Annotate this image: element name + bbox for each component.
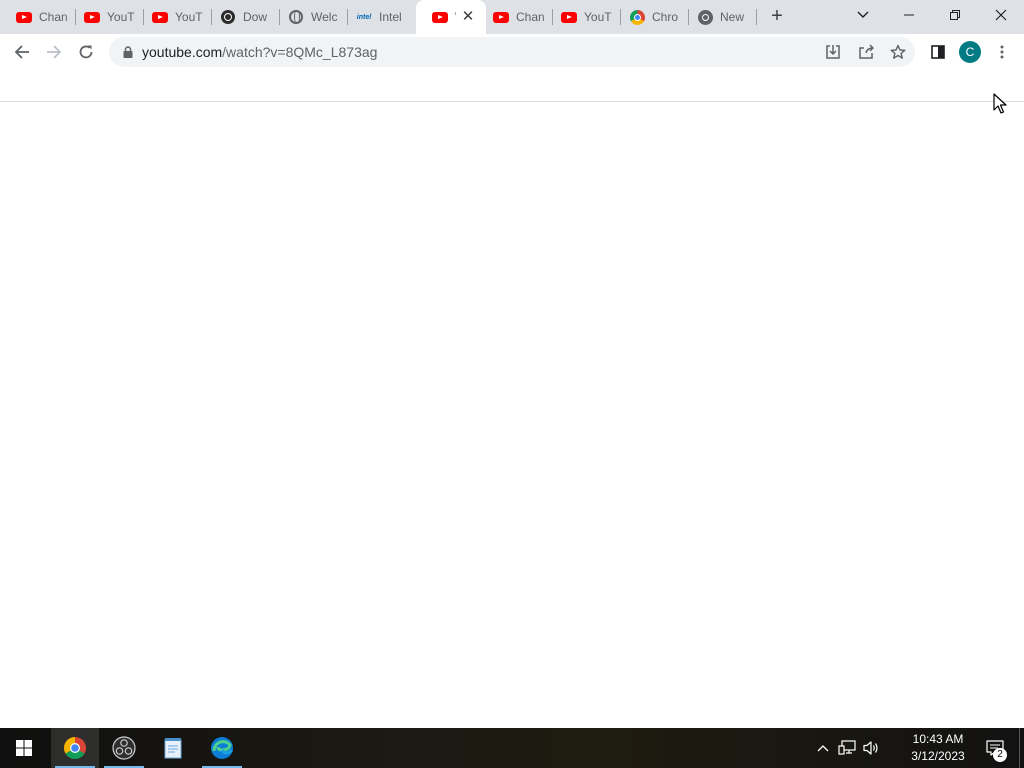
mouse-cursor-icon [993,93,1007,114]
windows-start-icon [16,740,32,756]
clock-time: 10:43 AM [912,732,964,746]
edge-icon [211,737,234,759]
notepad-icon [164,738,182,759]
profile-avatar[interactable]: C [959,41,981,63]
arrow-right-icon [47,45,62,59]
tab[interactable]: YouT [68,0,144,34]
url-path: /watch?v=8QMc_L873ag [222,44,378,60]
url-host: youtube.com [142,44,223,60]
tab-strip: Chan YouT YouT Dow Welc intel Intel W ✕ … [0,0,1024,34]
forward-button[interactable] [39,37,69,67]
start-button[interactable] [0,728,48,768]
new-tab-button[interactable]: + [764,5,790,29]
youtube-icon [561,9,577,25]
reload-button[interactable] [71,37,101,67]
taskbar-obs[interactable] [100,728,148,768]
more-vertical-icon [1000,45,1004,59]
lock-icon[interactable] [121,45,135,59]
close-window-button[interactable] [978,0,1024,30]
youtube-icon [432,9,448,25]
tab-active[interactable]: W ✕ [416,0,486,34]
side-panel-icon [931,45,945,59]
system-clock[interactable]: 10:43 AM 3/12/2023 [902,731,974,765]
intel-icon: intel [356,13,372,21]
address-bar[interactable]: youtube.com/watch?v=8QMc_L873ag [109,37,915,67]
network-button[interactable] [836,728,858,768]
volume-button[interactable] [860,728,882,768]
star-icon [890,44,906,59]
chrome-icon [64,737,86,759]
chrome-gray-icon [697,9,713,25]
bookmark-star-button[interactable] [887,41,909,63]
browser-toolbar: youtube.com/watch?v=8QMc_L873ag C [0,34,1024,70]
share-button[interactable] [855,41,877,63]
url-text[interactable]: youtube.com/watch?v=8QMc_L873ag [142,44,377,60]
clock-date: 3/12/2023 [911,749,965,763]
install-app-button[interactable] [822,41,844,63]
arrow-left-icon [14,45,29,59]
minimize-icon [904,14,914,16]
tab-title: New [720,10,745,24]
youtube-icon [493,9,509,25]
close-tab-icon[interactable]: ✕ [460,9,476,25]
show-hidden-icons-button[interactable] [813,728,833,768]
chrome-icon [629,9,645,25]
tab[interactable]: YouT [136,0,212,34]
obs-icon [220,9,236,25]
tab[interactable]: Chan [477,0,553,34]
restore-button[interactable] [932,0,978,30]
taskbar-notepad[interactable] [149,728,197,768]
youtube-icon [16,9,32,25]
page-content [0,103,1024,728]
download-icon [826,45,840,59]
youtube-icon [152,9,168,25]
tab[interactable]: New [681,0,757,34]
page-header-blank [0,70,1024,102]
tab-title: W [455,10,456,24]
minimize-button[interactable] [886,0,932,30]
youtube-icon [84,9,100,25]
notification-count-badge: 2 [993,748,1007,762]
tab[interactable]: Chan [0,0,76,34]
show-desktop-button[interactable] [1019,728,1024,768]
obs-icon [112,736,136,760]
tab[interactable]: intel Intel [340,0,416,34]
tab[interactable]: YouT [545,0,621,34]
chevron-up-icon [817,745,829,752]
action-center-button[interactable] [978,728,1012,768]
tab[interactable]: Welc [272,0,348,34]
side-panel-button[interactable] [923,37,953,67]
chevron-down-icon [857,11,869,18]
share-icon [859,44,874,59]
taskbar: 10:43 AM 3/12/2023 2 [0,728,1024,768]
tab[interactable]: Chro [613,0,689,34]
tab-search-button[interactable] [840,0,886,30]
close-icon [995,9,1007,21]
tab-title: Intel [379,10,402,24]
speaker-icon [863,741,878,755]
globe-icon [288,9,304,25]
restore-icon [950,10,960,20]
taskbar-chrome[interactable] [51,728,99,768]
network-icon [838,740,856,755]
reload-icon [79,45,93,59]
menu-button[interactable] [987,37,1017,67]
taskbar-edge[interactable] [198,728,246,768]
back-button[interactable] [7,37,37,67]
tab[interactable]: Dow [204,0,280,34]
